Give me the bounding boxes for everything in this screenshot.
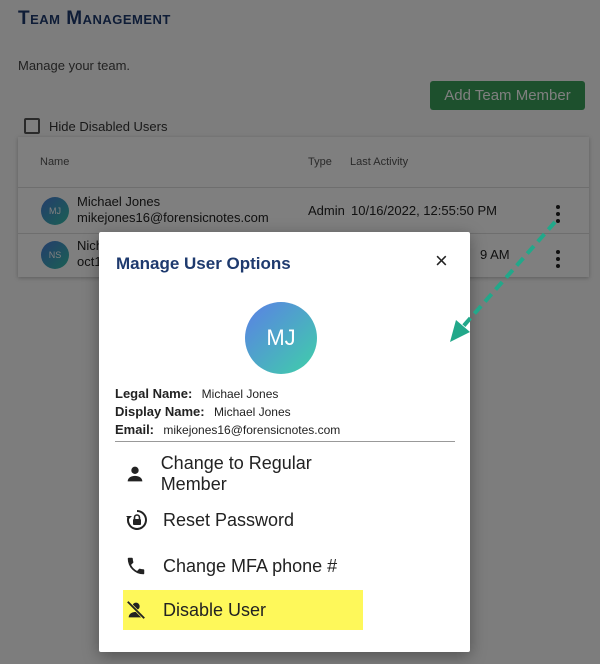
annotation-arrow: [450, 220, 557, 342]
